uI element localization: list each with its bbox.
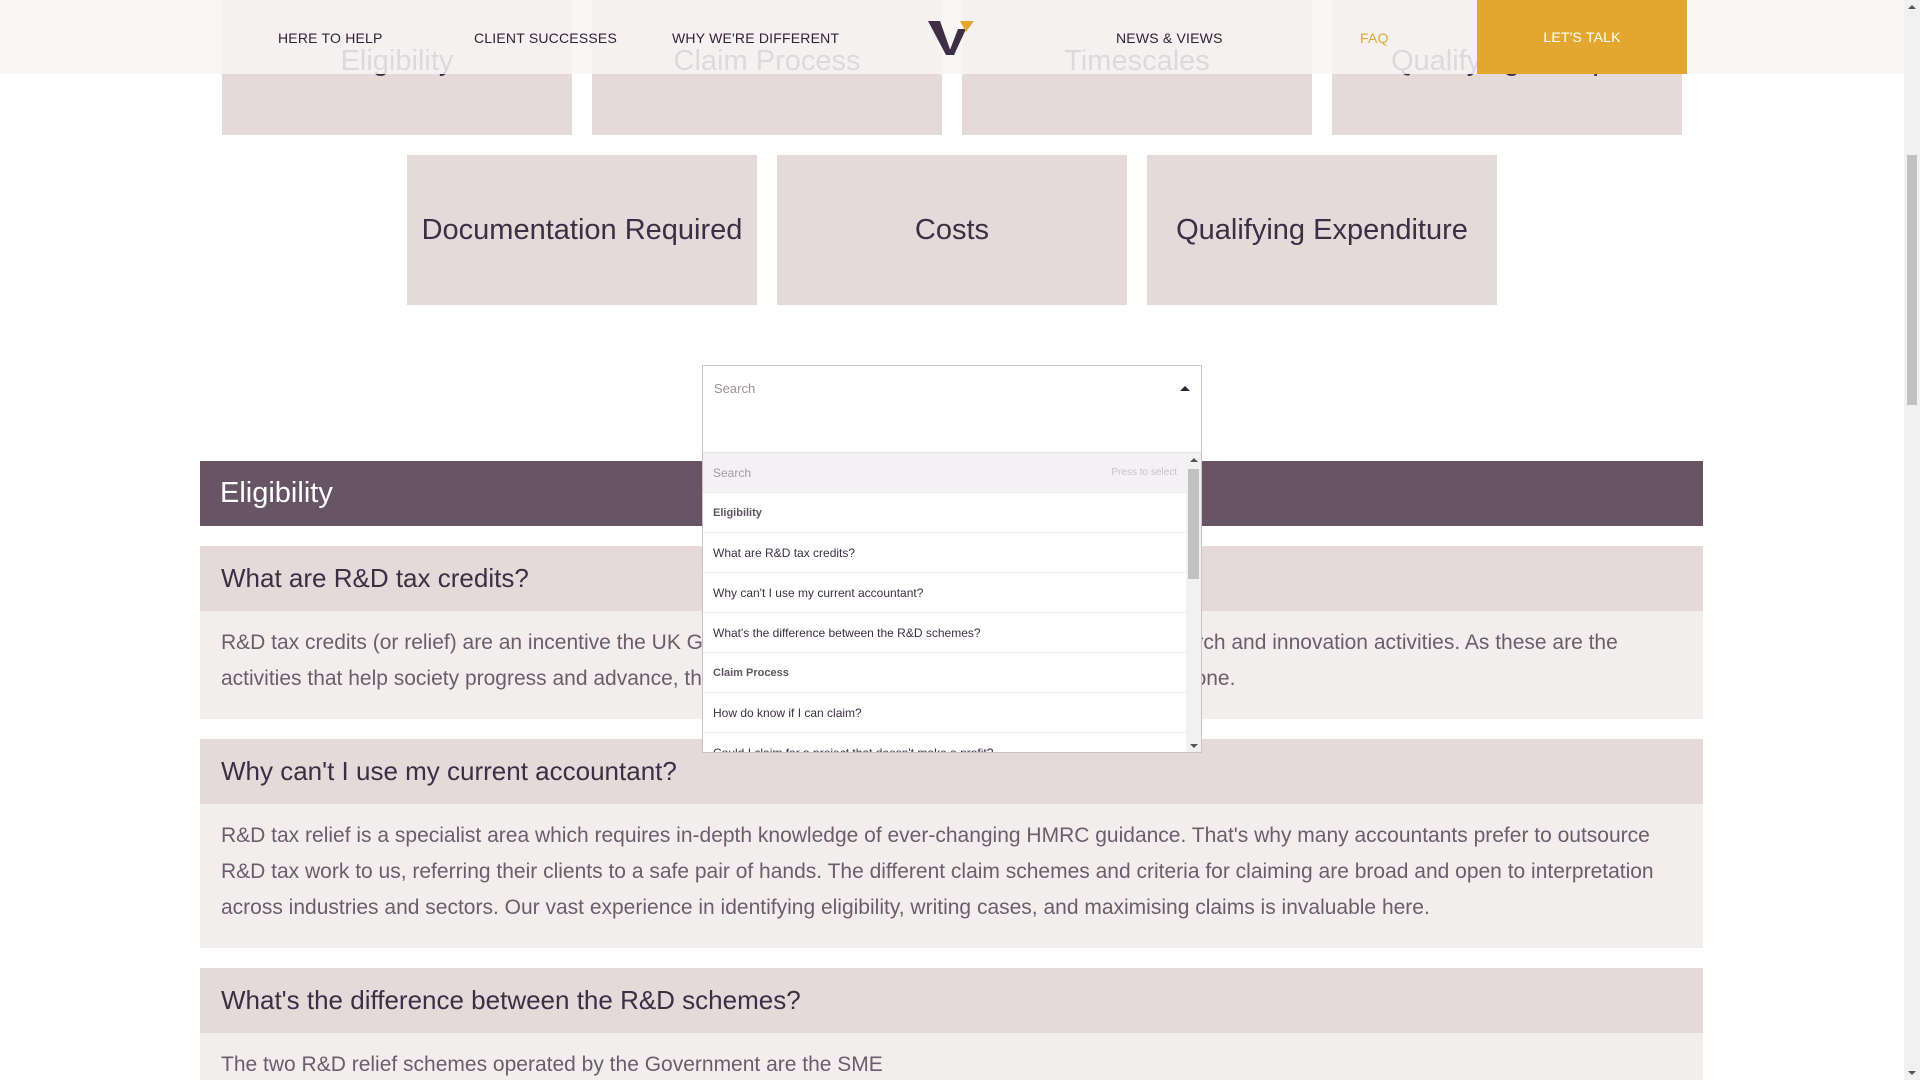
faq-question[interactable]: What's the difference between the R&D sc… [200,968,1703,1033]
faq-page: Eligibility Claim Process Timescales Qua… [0,0,1904,1080]
scrollbar-thumb[interactable] [1188,469,1199,579]
scroll-down-arrow-icon[interactable] [1908,1071,1916,1075]
faq-search-select[interactable]: Search [702,365,1202,411]
search-dropdown: Search Press to select Eligibility What … [702,410,1202,753]
dropdown-group-eligibility: Eligibility [703,493,1187,533]
dropdown-scrollbar[interactable] [1186,453,1201,752]
option-label: Search [713,465,752,480]
select-placeholder: Search [714,381,756,396]
dropdown-option[interactable]: How do know if I can claim? [703,693,1187,733]
v-logo-icon[interactable] [928,19,976,57]
dropdown-group-claim-process: Claim Process [703,653,1187,693]
nav-here-to-help[interactable]: HERE TO HELP [278,30,383,46]
page-scrollbar[interactable] [1904,0,1920,1080]
dropdown-options-list: Search Press to select Eligibility What … [703,453,1187,753]
caret-up-icon [1180,386,1190,391]
dropdown-option[interactable]: Could I claim for a project that doesn't… [703,733,1187,753]
site-header: HERE TO HELP CLIENT SUCCESSES WHY WE'RE … [0,0,1904,74]
scroll-down-arrow-icon[interactable] [1190,744,1198,748]
dropdown-option[interactable]: What are R&D tax credits? [703,533,1187,573]
scroll-up-arrow-icon[interactable] [1908,5,1916,9]
page-scrollbar-thumb[interactable] [1907,155,1917,405]
press-to-select-hint: Press to select [1111,467,1177,478]
dropdown-search-input[interactable] [703,410,1201,453]
nav-news-and-views[interactable]: NEWS & VIEWS [1116,30,1223,46]
faq-answer: The two R&D relief schemes operated by t… [200,1033,1703,1080]
category-tile-documentation-required[interactable]: Documentation Required [407,155,757,305]
faq-answer: R&D tax relief is a specialist area whic… [200,804,1703,948]
nav-client-successes[interactable]: CLIENT SUCCESSES [474,30,617,46]
nav-why-were-different[interactable]: WHY WE'RE DIFFERENT [672,30,839,46]
category-tile-costs[interactable]: Costs [777,155,1127,305]
dropdown-option[interactable]: What's the difference between the R&D sc… [703,613,1187,653]
dropdown-option[interactable]: Why can't I use my current accountant? [703,573,1187,613]
category-tile-qualifying-expenditure[interactable]: Qualifying Expenditure [1147,155,1497,305]
lets-talk-button[interactable]: LET'S TALK [1477,0,1687,74]
nav-faq[interactable]: FAQ [1360,30,1389,46]
dropdown-option-highlighted[interactable]: Search Press to select [703,453,1187,493]
scroll-up-arrow-icon[interactable] [1190,458,1198,462]
